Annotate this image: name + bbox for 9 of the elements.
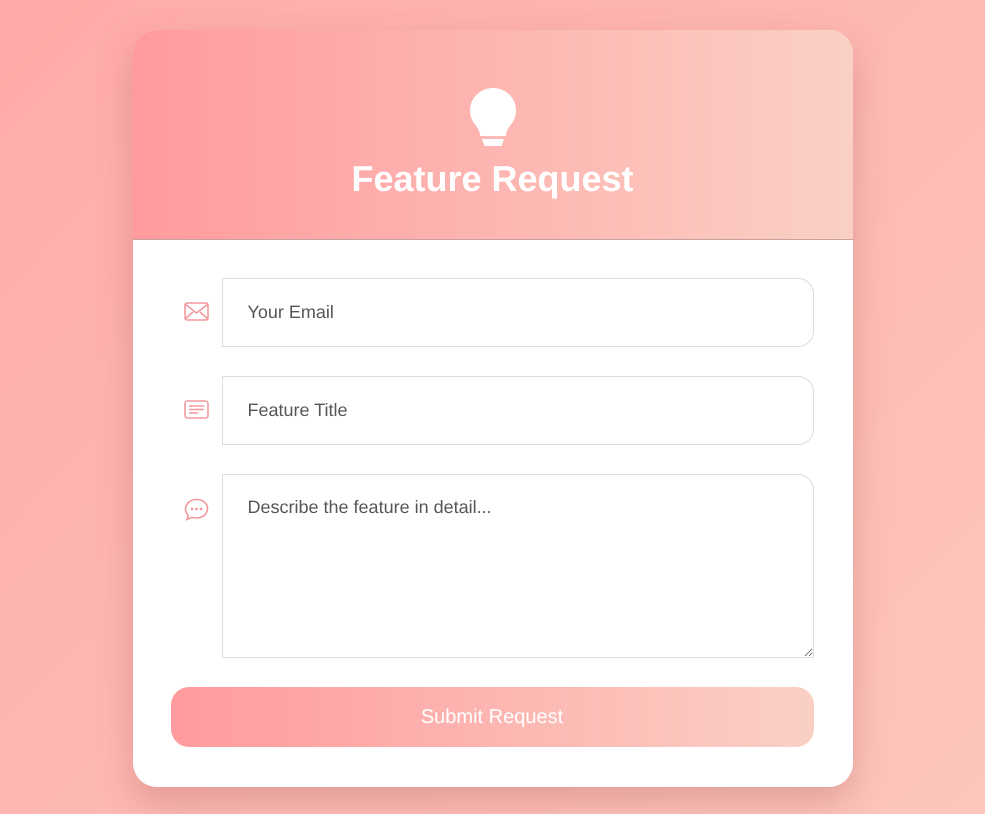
- speech-bubble-icon: [184, 498, 208, 521]
- form-title: Feature Request: [351, 161, 634, 197]
- title-field[interactable]: Feature Title: [222, 376, 814, 445]
- text-box-icon: [184, 400, 208, 419]
- email-field[interactable]: Your Email: [222, 278, 814, 347]
- description-field[interactable]: Describe the feature in detail...: [222, 474, 814, 658]
- envelope-icon: [184, 302, 208, 321]
- submit-button[interactable]: Submit Request: [170, 687, 814, 747]
- lightbulb-icon: [470, 88, 516, 147]
